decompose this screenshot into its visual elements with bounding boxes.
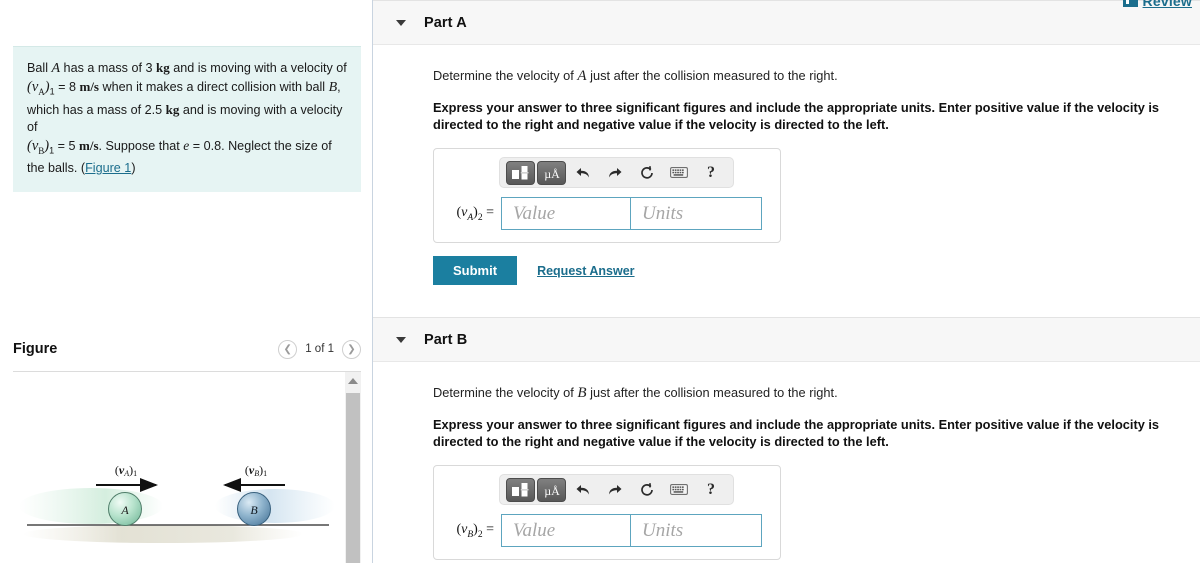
part-a-body: Determine the velocity of A just after t… xyxy=(373,68,1200,285)
part-a-answer-box: µÅ ? (vA)2 = Value Units xyxy=(433,148,781,243)
suppose-phrase: . Suppose that xyxy=(98,138,184,153)
problem-text-line1: Ball xyxy=(27,61,52,75)
math-template-icon[interactable] xyxy=(506,477,535,502)
part-a-submit-button[interactable]: Submit xyxy=(433,256,518,285)
ball-b-symbol: B xyxy=(328,79,338,95)
last-paren: ) xyxy=(131,161,136,176)
part-a-prompt-pre: Determine the velocity of xyxy=(433,68,578,83)
keyboard-icon[interactable] xyxy=(664,478,694,502)
figure-scrollbar[interactable] xyxy=(345,372,361,563)
problem-mass-b: which has a mass of 2.5 xyxy=(27,102,166,117)
figure-header: Figure ❮ 1 of 1 ❯ xyxy=(13,335,361,363)
chevron-right-icon[interactable]: ❯ xyxy=(342,339,361,359)
part-a-units-input[interactable]: Units xyxy=(631,197,762,230)
figure-counter: 1 of 1 xyxy=(305,343,334,355)
part-b-units-input[interactable]: Units xyxy=(631,514,762,547)
unit-ms-b: m/s xyxy=(79,137,99,153)
part-b-prompt-post: just after the collision measured to the… xyxy=(586,385,838,400)
undo-arrow-icon[interactable] xyxy=(568,161,598,185)
velocity-b-label: (vB)1 xyxy=(245,463,267,478)
part-b-math-toolbar: µÅ ? xyxy=(499,474,734,505)
math-template-icon[interactable] xyxy=(506,160,535,185)
part-a-title: Part A xyxy=(424,14,467,31)
svg-text:µÅ: µÅ xyxy=(544,484,560,498)
help-question-icon[interactable]: ? xyxy=(696,478,726,502)
review-label: Review xyxy=(1142,0,1192,9)
comma-1: , xyxy=(337,79,341,94)
va1-open: (v xyxy=(27,78,39,95)
caret-down-icon[interactable] xyxy=(396,336,406,343)
collision-phrase: when it makes a direct collision with ba… xyxy=(98,79,329,94)
scrollbar-thumb[interactable] xyxy=(346,393,360,563)
part-a-request-answer-link[interactable]: Request Answer xyxy=(537,264,634,278)
restitution-value: = 0.8. Neglect the size of xyxy=(189,138,332,153)
part-a-instruction: Express your answer to three significant… xyxy=(433,100,1160,132)
part-b-prompt-pre: Determine the velocity of xyxy=(433,385,578,400)
part-a-value-input[interactable]: Value xyxy=(501,197,631,230)
part-b-label-eq: = xyxy=(482,521,494,537)
collision-diagram: A B (vA)1 (vB)1 xyxy=(19,463,335,543)
part-a-prompt-post: just after the collision measured to the… xyxy=(586,68,838,83)
va1-value: = 8 xyxy=(54,79,80,94)
right-panel: Part A Determine the velocity of A just … xyxy=(373,0,1200,563)
part-a-math-toolbar: µÅ ? xyxy=(499,157,734,188)
chevron-left-icon[interactable]: ❮ xyxy=(278,339,298,359)
part-b-answer-row: (vB)2 = Value Units xyxy=(444,514,770,547)
undo-arrow-icon[interactable] xyxy=(568,478,598,502)
figure-panel: A B (vA)1 (vB)1 xyxy=(13,371,361,563)
caret-down-icon[interactable] xyxy=(396,19,406,26)
part-a-submit-row: Submit Request Answer xyxy=(433,256,1190,285)
ball-a-symbol: A xyxy=(51,61,61,76)
svg-text:µÅ: µÅ xyxy=(544,167,560,181)
unit-kg-a: kg xyxy=(155,60,170,75)
part-b-body: Determine the velocity of B just after t… xyxy=(373,385,1200,563)
vb1-value: = 5 xyxy=(54,138,79,153)
part-b-answer-box: µÅ ? (vB)2 = Value Units xyxy=(433,465,781,560)
part-a-answer-row: (vA)2 = Value Units xyxy=(444,197,770,230)
unit-kg-b: kg xyxy=(165,101,180,117)
figure-title: Figure xyxy=(13,341,58,357)
unit-ms-a: m/s xyxy=(79,78,99,94)
scroll-up-arrow-icon[interactable] xyxy=(345,372,361,389)
figure-nav: ❮ 1 of 1 ❯ xyxy=(278,339,361,359)
problem-statement: Ball A has a mass of 3 kg and is moving … xyxy=(13,46,361,192)
page-root: Review Ball A has a mass of 3 kg and is … xyxy=(0,0,1200,563)
part-b-header[interactable]: Part B xyxy=(373,317,1200,362)
part-b-answer-label: (vB)2 = xyxy=(456,521,494,540)
part-a-header[interactable]: Part A xyxy=(373,0,1200,45)
part-b-prompt-var: B xyxy=(577,385,587,401)
left-panel: Ball A has a mass of 3 kg and is moving … xyxy=(0,0,372,563)
part-a-prompt-var: A xyxy=(577,68,587,84)
part-a-prompt: Determine the velocity of A just after t… xyxy=(433,68,1190,85)
part-b-title: Part B xyxy=(424,331,468,348)
ball-a-label: A xyxy=(120,503,129,517)
velocity-a-label: (vA)1 xyxy=(115,463,137,478)
part-a-label-sub: A xyxy=(467,212,474,223)
part-a-label-eq: = xyxy=(482,204,494,220)
redo-arrow-icon[interactable] xyxy=(600,161,630,185)
figure-1-link[interactable]: Figure 1 xyxy=(85,161,131,175)
help-question-icon[interactable]: ? xyxy=(696,161,726,185)
reset-circular-arrow-icon[interactable] xyxy=(632,161,662,185)
redo-arrow-icon[interactable] xyxy=(600,478,630,502)
units-micro-angstrom-icon[interactable]: µÅ xyxy=(537,160,566,185)
problem-mass-a: has a mass of 3 xyxy=(60,61,156,75)
part-a-answer-label: (vA)2 = xyxy=(456,204,494,223)
part-b-label-sub: B xyxy=(467,529,474,540)
part-b-value-input[interactable]: Value xyxy=(501,514,631,547)
ball-b-label: B xyxy=(250,503,258,517)
bookmark-icon xyxy=(1122,0,1138,7)
ground-shadow xyxy=(23,525,303,543)
last-line-text: the balls. ( xyxy=(27,161,86,176)
reset-circular-arrow-icon[interactable] xyxy=(632,478,662,502)
vb1-open: (v xyxy=(27,137,39,154)
part-b-instruction: Express your answer to three significant… xyxy=(433,417,1160,449)
part-b-prompt: Determine the velocity of B just after t… xyxy=(433,385,1190,402)
units-micro-angstrom-icon[interactable]: µÅ xyxy=(537,477,566,502)
keyboard-icon[interactable] xyxy=(664,161,694,185)
review-link[interactable]: Review xyxy=(1122,0,1192,9)
problem-velocity-phrase: and is moving with a velocity of xyxy=(169,61,347,75)
glow-trail-b xyxy=(215,489,335,523)
